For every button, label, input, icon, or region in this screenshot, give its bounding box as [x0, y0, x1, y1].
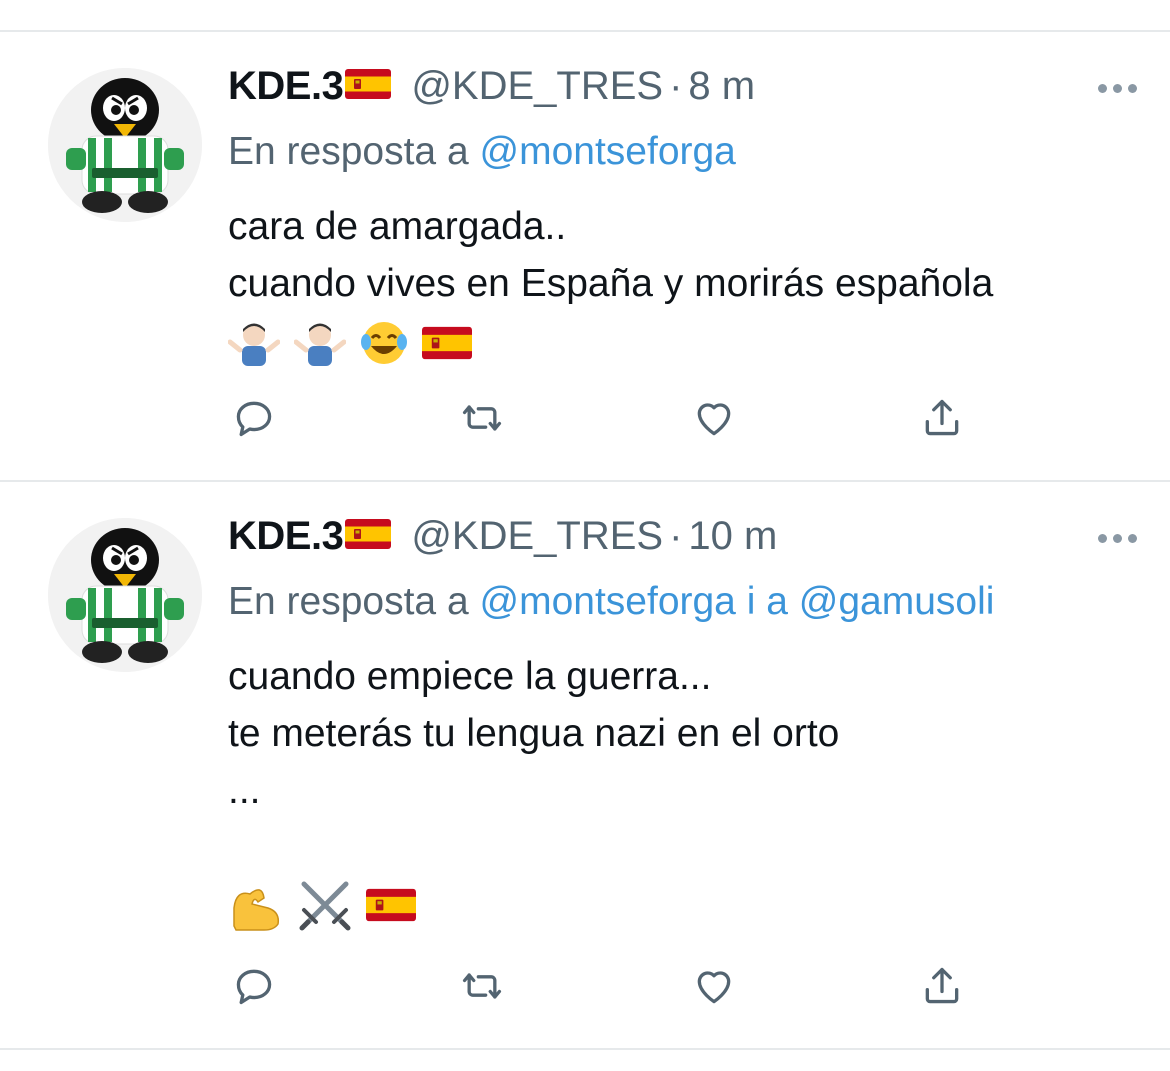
penguin-avatar-icon: [48, 518, 202, 672]
reply-context: En resposta a @montseforga i a @gamusoli: [228, 580, 994, 624]
face-with-tears-of-joy-icon: [361, 322, 407, 364]
tweet-text: cuando empiece la guerra... te meterás t…: [228, 648, 839, 819]
display-name[interactable]: KDE.3: [228, 64, 344, 109]
spain-flag-icon: [345, 519, 391, 549]
tweet-line: te meterás tu lengua nazi en el orto: [228, 712, 840, 755]
reply-context: En resposta a @montseforga: [228, 130, 736, 174]
display-name[interactable]: KDE.3: [228, 514, 344, 559]
tweet-header: KDE.3 @KDE_TRES · 10 m: [228, 514, 777, 564]
reply-icon[interactable]: [230, 394, 278, 442]
tweet-header: KDE.3 @KDE_TRES · 8 m: [228, 64, 755, 114]
penguin-avatar-icon: [48, 68, 202, 222]
user-handle[interactable]: @KDE_TRES: [411, 514, 663, 559]
like-icon[interactable]: [690, 394, 738, 442]
share-icon[interactable]: [918, 394, 966, 442]
separator-dot: ·: [669, 64, 683, 108]
tweet-line: cuando empiece la guerra...: [228, 655, 712, 698]
emoji-row: [228, 320, 472, 366]
retweet-icon[interactable]: [458, 394, 506, 442]
flexed-biceps-icon: [233, 889, 280, 931]
person-shrugging-icon: [228, 323, 280, 366]
tweet-line: cara de amargada..: [228, 205, 567, 248]
timestamp[interactable]: 10 m: [688, 514, 777, 559]
reply-mention-link[interactable]: @montseforga i a @gamusoli: [480, 580, 995, 623]
tweet[interactable]: KDE.3 @KDE_TRES · 10 m En resposta a @mo…: [0, 482, 1170, 1048]
bottom-divider: [0, 1048, 1170, 1050]
user-handle[interactable]: @KDE_TRES: [411, 64, 663, 109]
reply-mention-link[interactable]: @montseforga: [480, 130, 736, 173]
tweet-actions: [0, 394, 1170, 442]
tweet-text: cara de amargada.. cuando vives en Españ…: [228, 198, 993, 312]
more-options-icon[interactable]: [1098, 84, 1142, 98]
spain-flag-icon: [345, 69, 391, 99]
more-options-icon[interactable]: [1098, 534, 1142, 548]
avatar[interactable]: [48, 518, 202, 672]
reply-prefix: En resposta a: [228, 130, 469, 173]
tweet[interactable]: KDE.3 @KDE_TRES · 8 m En resposta a @mon…: [0, 32, 1170, 480]
share-icon[interactable]: [918, 962, 966, 1010]
tweet-line: ...: [228, 769, 261, 812]
avatar[interactable]: [48, 68, 202, 222]
like-icon[interactable]: [690, 962, 738, 1010]
timestamp[interactable]: 8 m: [688, 64, 755, 109]
emoji-row: [228, 878, 416, 932]
reply-prefix: En resposta a: [228, 580, 469, 623]
tweet-actions: [0, 962, 1170, 1010]
retweet-icon[interactable]: [458, 962, 506, 1010]
tweet-line: cuando vives en España y morirás español…: [228, 262, 994, 305]
person-shrugging-icon: [294, 323, 346, 366]
reply-icon[interactable]: [230, 962, 278, 1010]
spain-flag-icon: [366, 888, 416, 922]
separator-dot: ·: [669, 514, 683, 558]
crossed-swords-icon: [299, 881, 351, 931]
spain-flag-icon: [422, 326, 472, 360]
